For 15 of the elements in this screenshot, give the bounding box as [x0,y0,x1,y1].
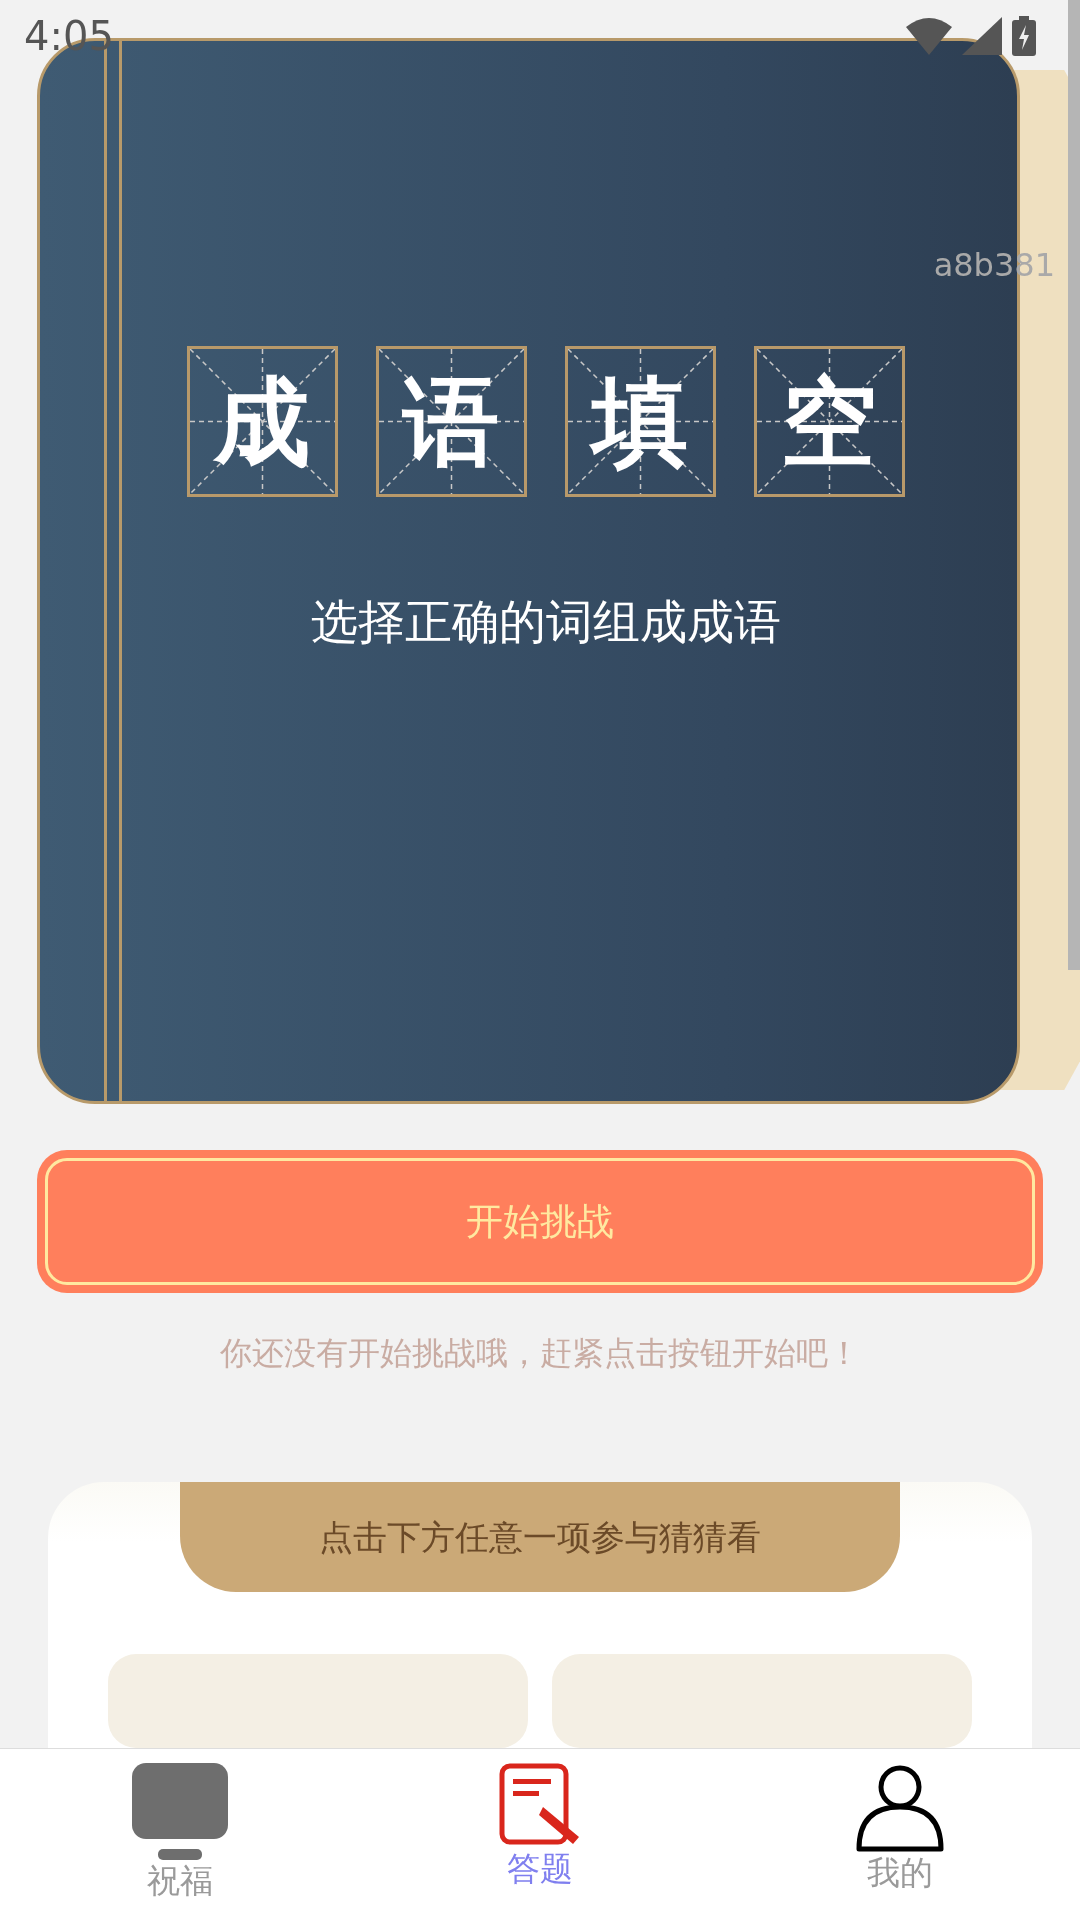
user-icon [855,1763,945,1853]
status-time: 4:05 [24,12,114,61]
start-button[interactable]: 开始挑战 [37,1150,1043,1293]
guess-card[interactable] [108,1654,528,1748]
guess-card[interactable] [552,1654,972,1748]
subtitle: 选择正确的词组成成语 [309,593,782,651]
panel-header: 点击下方任意一项参与猜猜看 [180,1482,900,1592]
nav-tab[interactable]: 答题 [360,1749,720,1920]
battery-icon [1012,16,1036,56]
wifi-icon [906,17,952,55]
signal-icon [962,17,1002,55]
hint-text: 你还没有开始挑战哦，赶紧点击按钮开始吧！ [219,1333,861,1374]
tv-icon [132,1763,228,1861]
nav-tab[interactable]: 祝福 [0,1749,360,1920]
nav-tab[interactable]: 我的 [720,1749,1080,1920]
